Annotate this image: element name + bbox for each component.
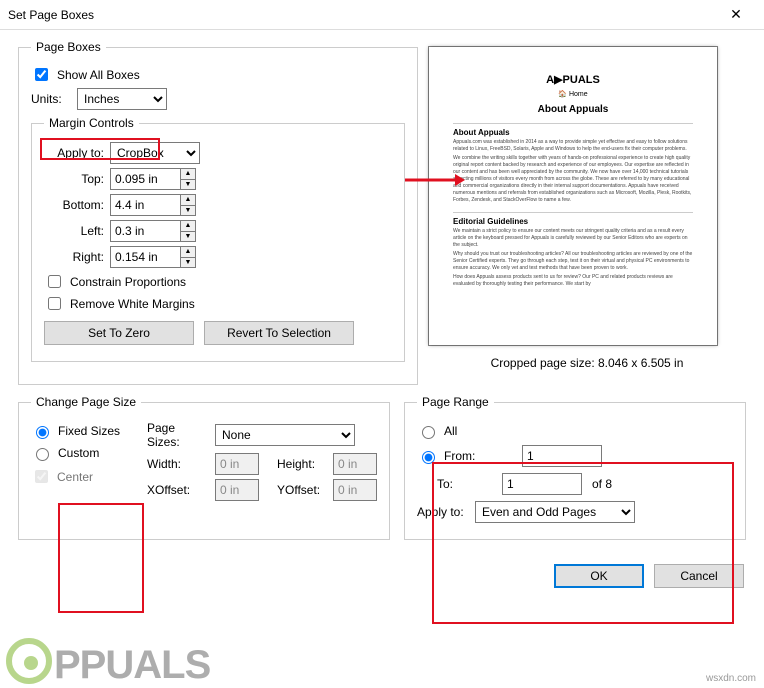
margin-controls-legend: Margin Controls — [44, 116, 139, 130]
constrain-label: Constrain Proportions — [70, 275, 186, 289]
center-label: Center — [57, 470, 93, 484]
logo-icon — [6, 638, 52, 684]
width-input — [215, 453, 259, 475]
bottom-label: Bottom: — [44, 198, 104, 212]
width-label: Width: — [147, 457, 209, 471]
ok-button[interactable]: OK — [554, 564, 644, 588]
fixed-sizes-label: Fixed Sizes — [58, 424, 120, 438]
left-input[interactable] — [110, 220, 180, 242]
preview-body: We combine the writing skills together w… — [453, 155, 693, 204]
set-to-zero-button[interactable]: Set To Zero — [44, 321, 194, 345]
preview-logo: A▶PUALS — [453, 73, 693, 86]
top-label: Top: — [44, 172, 104, 186]
page-sizes-label: Page Sizes: — [147, 421, 209, 449]
window-title: Set Page Boxes — [8, 8, 716, 22]
top-spinner[interactable]: ▲▼ — [110, 168, 196, 190]
from-input[interactable] — [522, 445, 602, 467]
bottom-input[interactable] — [110, 194, 180, 216]
page-boxes-group: Page Boxes Show All Boxes Units: Inches … — [18, 40, 418, 385]
range-apply-to-label: Apply to: — [417, 505, 475, 519]
watermark-text: PPUALS — [54, 643, 210, 688]
preview-body: We maintain a strict policy to ensure ou… — [453, 228, 693, 249]
page-preview: A▶PUALS 🏠 Home About Appuals About Appua… — [428, 46, 718, 346]
fixed-sizes-radio[interactable] — [36, 426, 49, 439]
custom-label: Custom — [58, 446, 99, 460]
preview-body: Appuals.com was established in 2014 as a… — [453, 139, 693, 153]
from-radio[interactable] — [422, 451, 435, 464]
from-label: From: — [444, 449, 490, 463]
chevron-down-icon[interactable]: ▼ — [181, 232, 195, 242]
right-spinner[interactable]: ▲▼ — [110, 246, 196, 268]
page-range-group: Page Range All From: To: of 8 Apply to: … — [404, 395, 746, 540]
apply-to-select[interactable]: CropBox — [110, 142, 200, 164]
left-label: Left: — [44, 224, 104, 238]
show-all-boxes-label: Show All Boxes — [57, 68, 140, 82]
chevron-down-icon[interactable]: ▼ — [181, 180, 195, 190]
xoffset-label: XOffset: — [147, 483, 209, 497]
bottom-spinner[interactable]: ▲▼ — [110, 194, 196, 216]
center-checkbox — [35, 470, 48, 483]
right-label: Right: — [44, 250, 104, 264]
chevron-down-icon[interactable]: ▼ — [181, 206, 195, 216]
remove-white-checkbox[interactable] — [48, 297, 61, 310]
apply-to-label: Apply to: — [44, 146, 104, 160]
preview-body: How does Appuals assess products sent to… — [453, 274, 693, 288]
site-credit: wsxdn.com — [706, 673, 756, 684]
show-all-boxes-checkbox[interactable] — [35, 68, 48, 81]
chevron-up-icon[interactable]: ▲ — [181, 195, 195, 206]
page-range-legend: Page Range — [417, 395, 494, 409]
chevron-down-icon[interactable]: ▼ — [181, 258, 195, 268]
close-icon[interactable]: ✕ — [716, 6, 756, 23]
remove-white-label: Remove White Margins — [70, 297, 195, 311]
yoffset-label: YOffset: — [277, 483, 327, 497]
height-label: Height: — [277, 457, 327, 471]
preview-sec2: Editorial Guidelines — [453, 212, 693, 226]
top-input[interactable] — [110, 168, 180, 190]
change-page-size-legend: Change Page Size — [31, 395, 141, 409]
cropped-size-label: Cropped page size: 8.046 x 6.505 in — [428, 356, 746, 370]
right-input[interactable] — [110, 246, 180, 268]
to-input[interactable] — [502, 473, 582, 495]
titlebar: Set Page Boxes ✕ — [0, 0, 764, 30]
constrain-checkbox[interactable] — [48, 275, 61, 288]
units-select[interactable]: Inches — [77, 88, 167, 110]
range-apply-to-select[interactable]: Even and Odd Pages — [475, 501, 635, 523]
page-sizes-select[interactable]: None — [215, 424, 355, 446]
of-pages-label: of 8 — [592, 477, 612, 491]
page-boxes-legend: Page Boxes — [31, 40, 106, 54]
margin-controls-group: Margin Controls Apply to: CropBox Top: ▲… — [31, 116, 405, 362]
yoffset-input — [333, 479, 377, 501]
left-spinner[interactable]: ▲▼ — [110, 220, 196, 242]
change-page-size-group: Change Page Size Fixed Sizes Custom Cent… — [18, 395, 390, 540]
preview-home: 🏠 Home — [453, 90, 693, 98]
units-label: Units: — [31, 92, 71, 106]
chevron-up-icon[interactable]: ▲ — [181, 247, 195, 258]
revert-button[interactable]: Revert To Selection — [204, 321, 354, 345]
custom-radio[interactable] — [36, 448, 49, 461]
watermark: PPUALS — [0, 628, 764, 688]
preview-sec1: About Appuals — [453, 123, 693, 137]
xoffset-input — [215, 479, 259, 501]
chevron-up-icon[interactable]: ▲ — [181, 169, 195, 180]
preview-title: About Appuals — [453, 104, 693, 115]
cancel-button[interactable]: Cancel — [654, 564, 744, 588]
to-label: To: — [437, 477, 502, 491]
all-radio[interactable] — [422, 426, 435, 439]
height-input — [333, 453, 377, 475]
chevron-up-icon[interactable]: ▲ — [181, 221, 195, 232]
all-label: All — [444, 424, 457, 438]
preview-body: Why should you trust our troubleshooting… — [453, 251, 693, 272]
